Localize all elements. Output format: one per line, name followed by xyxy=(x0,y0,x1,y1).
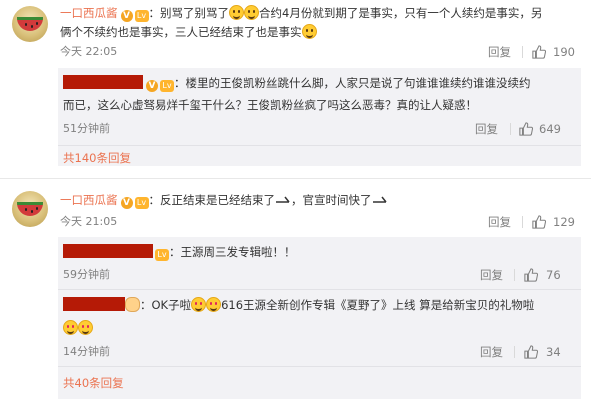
like-count: 129 xyxy=(553,215,575,229)
reply-button[interactable]: 回复 xyxy=(488,45,511,59)
vip-icon: V xyxy=(146,80,158,92)
like-count: 34 xyxy=(546,345,561,359)
reply-button[interactable]: 回复 xyxy=(475,122,498,136)
reply-body: Lv ：王源周三发专辑啦！！ xyxy=(63,244,296,261)
reply-text: 616王源全新创作专辑《夏野了》上线 算是给新宝贝的礼物啦 xyxy=(221,298,535,312)
smile-emoji-icon xyxy=(301,24,317,39)
reply-button[interactable]: 回复 xyxy=(488,215,511,229)
comment-text: ，官宣时间快了 xyxy=(291,193,372,207)
arrow-emoji-icon xyxy=(372,196,387,203)
heart-eyes-emoji-icon xyxy=(63,320,78,335)
comment-username[interactable]: 一口西瓜酱 xyxy=(60,193,118,207)
reply-body: V Lv ：楼里的王俊凯粉丝跳什么脚，人家只是说了句谁谁谁续约谁谁没续约 xyxy=(63,75,531,92)
reply-time: 59分钟前 xyxy=(63,268,110,281)
reply-text: ：楼里的王俊凯粉丝跳什么脚，人家只是说了句谁谁谁续约谁谁没续约 xyxy=(174,76,531,90)
comment-body: 一口西瓜酱 V Lv ：反正结束是已经结束了 ，官宣时间快了 xyxy=(60,192,388,209)
reply-list xyxy=(58,237,581,399)
comment-text: ：别骂了别骂了 xyxy=(148,6,230,20)
reply-text-line xyxy=(63,320,93,336)
smile-emoji-icon xyxy=(229,5,244,20)
watermelon-icon xyxy=(17,17,43,31)
avatar[interactable] xyxy=(12,191,48,227)
smile-emoji-icon xyxy=(244,5,259,20)
thumbs-up-icon[interactable] xyxy=(532,215,546,229)
more-replies-link[interactable]: 共140条回复 xyxy=(63,151,131,165)
vip-icon: V xyxy=(120,10,133,22)
divider xyxy=(522,46,523,58)
reply-button[interactable]: 回复 xyxy=(480,345,503,359)
redacted-username[interactable] xyxy=(63,244,153,258)
like-count: 190 xyxy=(553,45,575,59)
comment-text-line: 俩个不续约也是事实，三人已经结束了也是事实 xyxy=(60,24,317,40)
thumbs-up-icon[interactable] xyxy=(524,345,538,359)
reply-text-line: 而已，这么心虚驽易烊千玺干什么？王俊凯粉丝疯了吗这么恶毒？真的让人疑惑！ xyxy=(63,97,477,113)
heart-eyes-emoji-icon xyxy=(78,320,93,335)
reply-time: 14分钟前 xyxy=(63,345,110,358)
watermelon-icon xyxy=(17,202,43,216)
divider xyxy=(510,123,511,135)
hand-emoji-icon xyxy=(125,297,140,312)
more-replies-link[interactable]: 共40条回复 xyxy=(63,376,124,390)
divider xyxy=(514,346,515,358)
divider xyxy=(58,145,581,146)
reply-text: ：OK子啦 xyxy=(140,298,192,312)
arrow-emoji-icon xyxy=(276,196,290,203)
comment-text: ：反正结束是已经结束了 xyxy=(148,193,276,207)
level-icon: Lv xyxy=(134,10,149,22)
avatar[interactable] xyxy=(12,6,48,42)
comment-text: 俩个不续约也是事实，三人已经结束了也是事实 xyxy=(60,25,302,39)
vip-icon: V xyxy=(120,197,133,209)
thumbs-up-icon[interactable] xyxy=(532,45,546,59)
redacted-username[interactable] xyxy=(63,297,125,311)
reply-text: ：王源周三发专辑啦！！ xyxy=(169,245,296,259)
like-count: 76 xyxy=(546,268,561,282)
reply-button[interactable]: 回复 xyxy=(480,268,503,282)
comment-time: 今天 21:05 xyxy=(60,215,118,228)
reply-body: ：OK子啦 616王源全新创作专辑《夏野了》上线 算是给新宝贝的礼物啦 xyxy=(63,297,534,313)
heart-eyes-emoji-icon xyxy=(191,297,207,312)
level-icon: Lv xyxy=(155,249,169,261)
level-icon: Lv xyxy=(134,197,149,209)
divider xyxy=(514,269,515,281)
divider xyxy=(0,178,591,179)
comment-text: 合约4月份就到期了是事实，只有一个人续约是事实，另 xyxy=(259,6,543,20)
thumbs-up-icon[interactable] xyxy=(524,268,538,282)
redacted-username[interactable] xyxy=(63,75,143,89)
reply-text: 而已，这么心虚驽易烊千玺干什么？王俊凯粉丝疯了吗这么恶毒？真的让人疑惑！ xyxy=(63,98,477,112)
comment-time: 今天 22:05 xyxy=(60,45,118,58)
reply-time: 51分钟前 xyxy=(63,122,110,135)
level-icon: Lv xyxy=(160,80,174,92)
divider xyxy=(58,366,581,367)
comment-body: 一口西瓜酱 V Lv ：别骂了别骂了 合约4月份就到期了是事实，只有一个人续约是事实，另 xyxy=(60,5,542,22)
divider xyxy=(522,216,523,228)
thumbs-up-icon[interactable] xyxy=(519,122,533,136)
like-count: 649 xyxy=(539,122,561,136)
divider xyxy=(58,289,581,290)
heart-eyes-emoji-icon xyxy=(206,297,222,312)
comment-username[interactable]: 一口西瓜酱 xyxy=(60,6,118,20)
